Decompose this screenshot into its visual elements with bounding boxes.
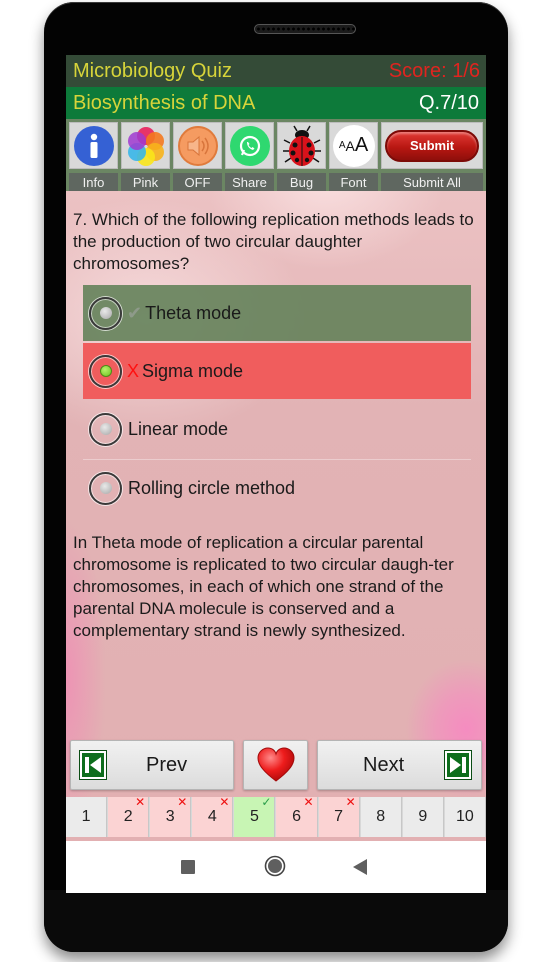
cell-number: 5 bbox=[249, 808, 259, 825]
prev-label: Prev bbox=[146, 753, 188, 776]
home-circle-icon bbox=[264, 855, 286, 877]
option-text: Sigma mode bbox=[142, 360, 244, 381]
share-label: Share bbox=[225, 173, 274, 191]
submit-all-label: Submit All bbox=[381, 173, 483, 191]
bug-label: Bug bbox=[277, 173, 326, 191]
radio-button-selected[interactable] bbox=[89, 354, 122, 388]
option-text: Theta mode bbox=[145, 302, 242, 323]
radio-button[interactable] bbox=[89, 412, 122, 446]
font-size-icon: AAA bbox=[332, 124, 375, 167]
radio-button[interactable] bbox=[89, 471, 122, 505]
question-cell-1[interactable]: 1 bbox=[66, 797, 108, 837]
font-glyph-small: A bbox=[338, 140, 346, 151]
check-icon: ✓ bbox=[261, 795, 272, 809]
speaker-icon bbox=[177, 125, 218, 166]
question-cell-4[interactable]: 4 ✕ bbox=[192, 795, 234, 837]
submit-all-tool: Submit Submit All bbox=[381, 122, 483, 191]
pink-label: Pink bbox=[121, 173, 170, 191]
submit-icon-box: Submit bbox=[381, 122, 483, 169]
pink-theme-button[interactable]: Pink bbox=[121, 122, 170, 191]
app-title: Microbiology Quiz bbox=[73, 59, 232, 82]
option-1[interactable]: ✔ Theta mode bbox=[83, 285, 471, 341]
question-grid: 1 2 ✕ 3 ✕ 4 ✕ 5 ✓ 6 ✕ 7 ✕ 8 9 10 bbox=[66, 795, 486, 837]
info-icon-box bbox=[69, 122, 118, 169]
radio-button[interactable] bbox=[89, 296, 122, 330]
cell-number: 7 bbox=[334, 808, 344, 825]
font-icon-box: AAA bbox=[329, 122, 378, 169]
title-bar: Microbiology Quiz Score: 1/6 bbox=[66, 55, 486, 87]
question-counter: Q.7/10 bbox=[418, 91, 479, 114]
info-icon bbox=[73, 125, 114, 166]
explanation-text: In Theta mode of replication a circular … bbox=[73, 533, 454, 640]
recents-button[interactable] bbox=[181, 860, 195, 879]
question-cell-6[interactable]: 6 ✕ bbox=[276, 795, 318, 837]
wrong-x-icon: ✕ bbox=[177, 795, 188, 809]
prev-button[interactable]: Prev bbox=[70, 740, 234, 790]
share-button[interactable]: Share bbox=[225, 122, 274, 191]
back-button[interactable] bbox=[353, 859, 367, 880]
system-navigation-bar bbox=[66, 841, 486, 893]
font-glyph-mid: A bbox=[345, 137, 355, 154]
whatsapp-icon bbox=[229, 125, 270, 166]
ladybug-icon bbox=[282, 125, 321, 166]
cell-number: 2 bbox=[123, 808, 133, 825]
bug-report-button[interactable]: Bug bbox=[277, 122, 326, 191]
wrong-x-icon: ✕ bbox=[303, 795, 314, 809]
speaker-grille bbox=[254, 24, 356, 34]
bug-icon-box bbox=[277, 122, 326, 169]
back-triangle-icon bbox=[353, 859, 367, 875]
skip-previous-icon bbox=[80, 751, 106, 779]
heart-icon bbox=[256, 747, 295, 782]
wrong-x-icon: ✕ bbox=[345, 795, 356, 809]
skip-next-icon bbox=[445, 751, 471, 779]
question-text: 7. Which of the following replication me… bbox=[73, 210, 474, 273]
info-button[interactable]: Info bbox=[69, 122, 118, 191]
cell-number: 1 bbox=[81, 808, 91, 825]
question-cell-5[interactable]: 5 ✓ bbox=[234, 795, 276, 837]
submit-button[interactable]: Submit bbox=[385, 129, 479, 162]
question-cell-2[interactable]: 2 ✕ bbox=[108, 795, 150, 837]
option-text: Linear mode bbox=[128, 418, 229, 439]
question-cell-8[interactable]: 8 bbox=[360, 797, 402, 837]
cell-number: 8 bbox=[376, 808, 386, 825]
cell-number: 9 bbox=[418, 808, 428, 825]
toolbar: Info Pink OFF Share Bug A A A Font Submi… bbox=[66, 119, 486, 191]
info-label: Info bbox=[69, 173, 118, 191]
option-4[interactable]: Rolling circle method bbox=[83, 460, 471, 516]
option-3[interactable]: Linear mode bbox=[83, 401, 471, 457]
next-button[interactable]: Next bbox=[317, 740, 482, 790]
topic-title: Biosynthesis of DNA bbox=[73, 91, 256, 114]
cell-number: 10 bbox=[455, 808, 474, 825]
option-2[interactable]: X Sigma mode bbox=[83, 343, 471, 399]
question-cell-9[interactable]: 9 bbox=[402, 797, 444, 837]
font-size-button[interactable]: AAA Font bbox=[329, 122, 378, 191]
home-button[interactable] bbox=[264, 855, 286, 882]
cell-number: 4 bbox=[207, 808, 217, 825]
wrong-x-icon: ✕ bbox=[219, 795, 230, 809]
app-screen: Microbiology Quiz Score: 1/6 Biosynthesi… bbox=[66, 55, 486, 893]
correct-check-icon: ✔ bbox=[127, 302, 143, 323]
sound-icon-box bbox=[173, 122, 222, 169]
wrong-x-icon: ✕ bbox=[135, 795, 146, 809]
pink-icon-box bbox=[121, 122, 170, 169]
option-text: Rolling circle method bbox=[128, 477, 296, 498]
wrong-x-icon: X bbox=[127, 360, 140, 381]
score-display: Score: 1/6 bbox=[388, 59, 480, 82]
sound-label: OFF bbox=[173, 173, 222, 191]
question-cell-10[interactable]: 10 bbox=[444, 797, 486, 837]
recents-square-icon bbox=[181, 860, 195, 874]
color-theme-icon bbox=[127, 126, 164, 166]
sound-toggle-button[interactable]: OFF bbox=[173, 122, 222, 191]
cell-number: 3 bbox=[165, 808, 175, 825]
favorite-button[interactable] bbox=[243, 740, 308, 790]
phone-chin bbox=[44, 890, 508, 952]
next-label: Next bbox=[363, 753, 405, 776]
topic-bar: Biosynthesis of DNA Q.7/10 bbox=[66, 87, 486, 119]
font-glyph-large: A bbox=[354, 134, 369, 156]
font-label: Font bbox=[329, 173, 378, 191]
share-icon-box bbox=[225, 122, 274, 169]
question-cell-7[interactable]: 7 ✕ bbox=[318, 795, 360, 837]
question-cell-3[interactable]: 3 ✕ bbox=[150, 795, 192, 837]
cell-number: 6 bbox=[292, 808, 301, 825]
